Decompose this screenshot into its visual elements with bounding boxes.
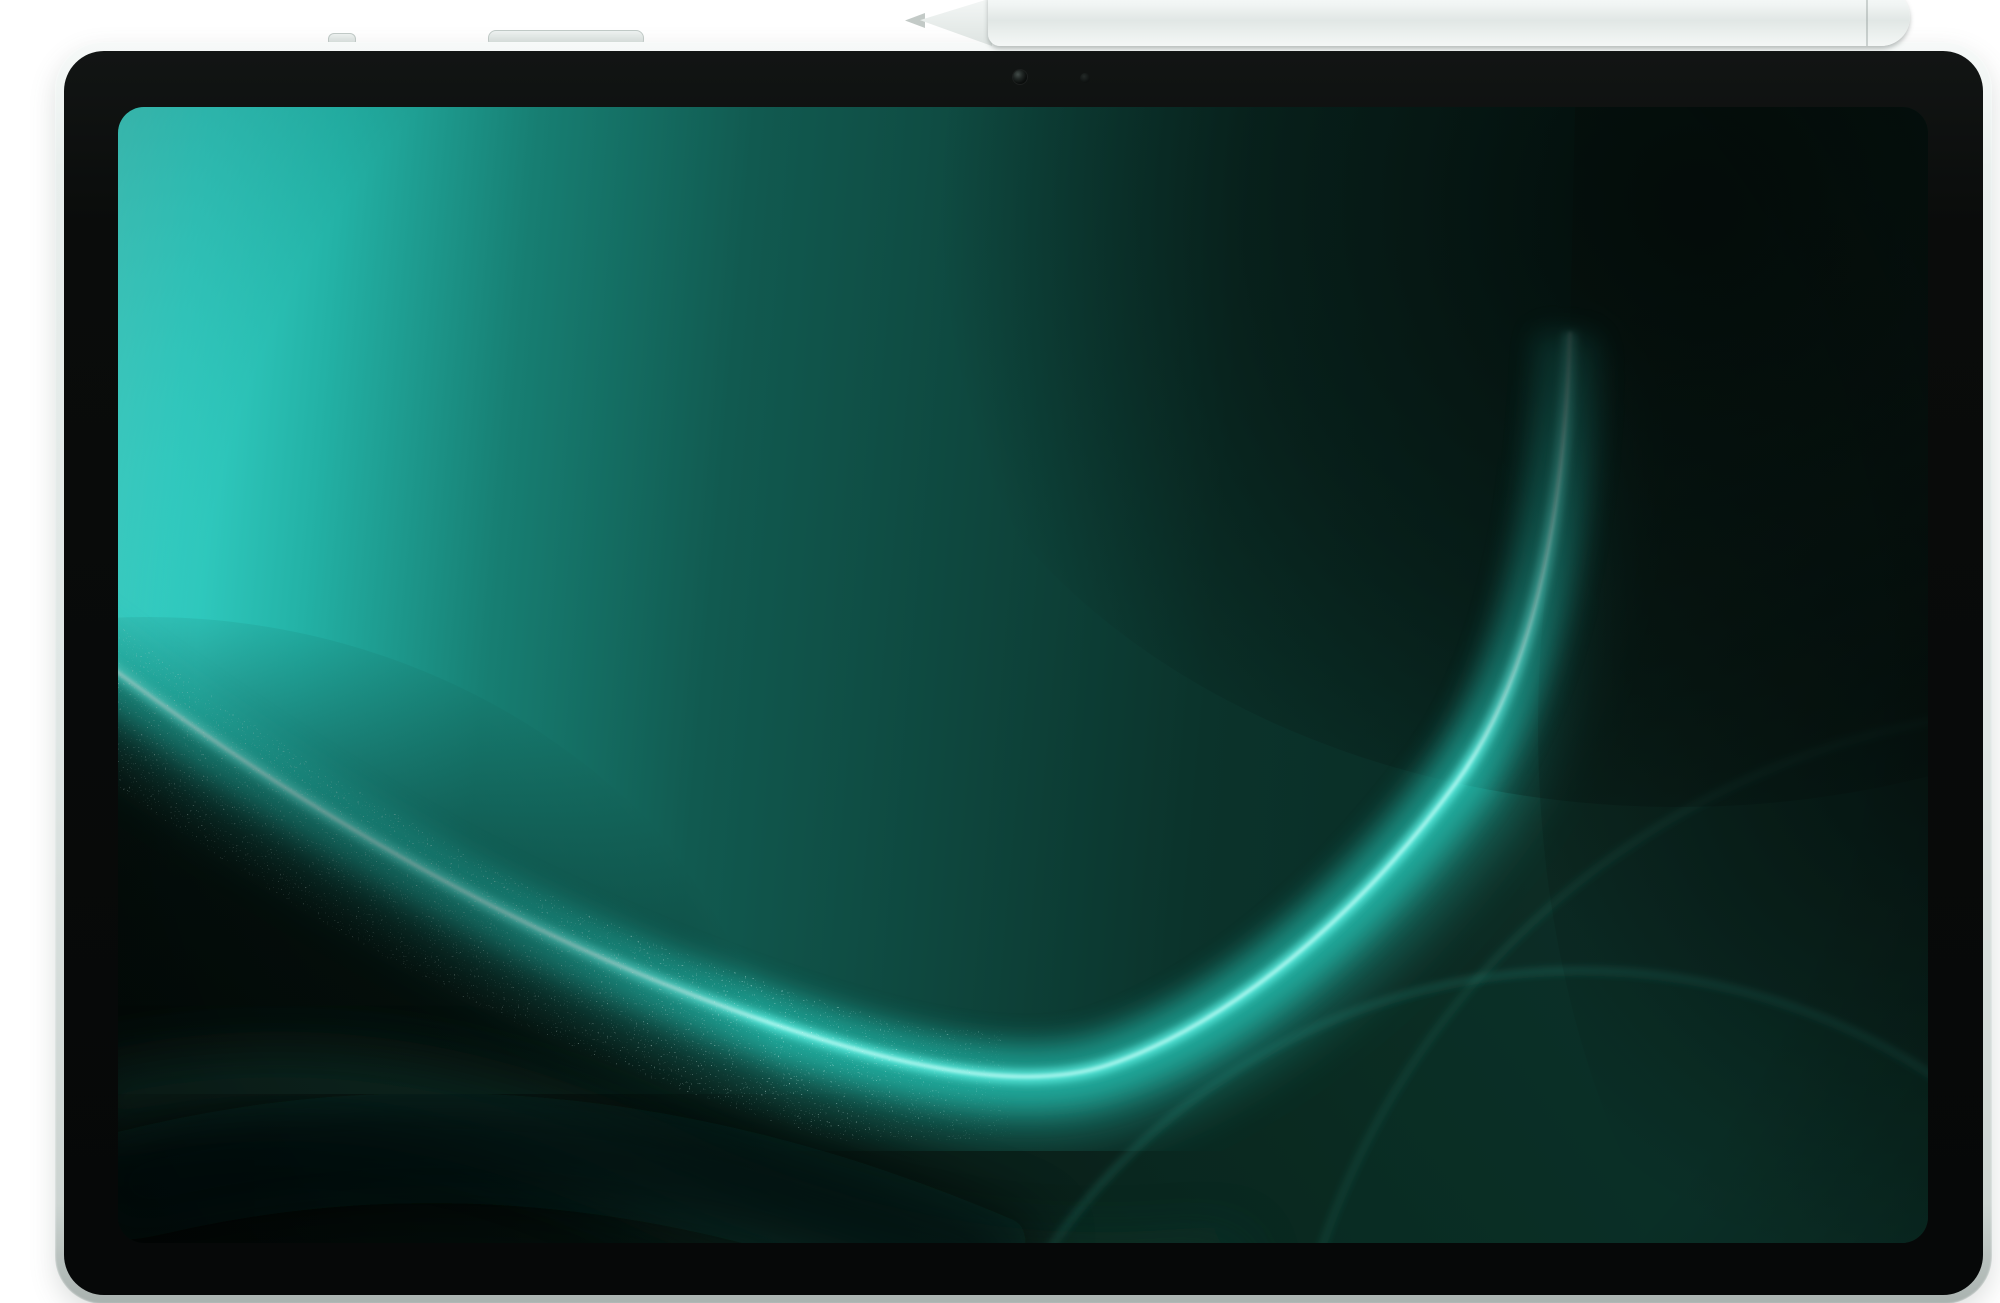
wallpaper-graphic — [118, 107, 1928, 1243]
product-photo-scene — [0, 0, 2000, 1303]
stylus-cone — [920, 0, 992, 46]
front-camera-icon — [1013, 70, 1027, 84]
screen-wallpaper — [118, 107, 1928, 1243]
tablet-device — [55, 42, 1992, 1303]
bezel — [64, 51, 1983, 1295]
stylus-cap-seam — [1866, 0, 1868, 46]
stylus-body — [988, 0, 1910, 46]
ambient-sensor-icon — [1080, 73, 1090, 83]
